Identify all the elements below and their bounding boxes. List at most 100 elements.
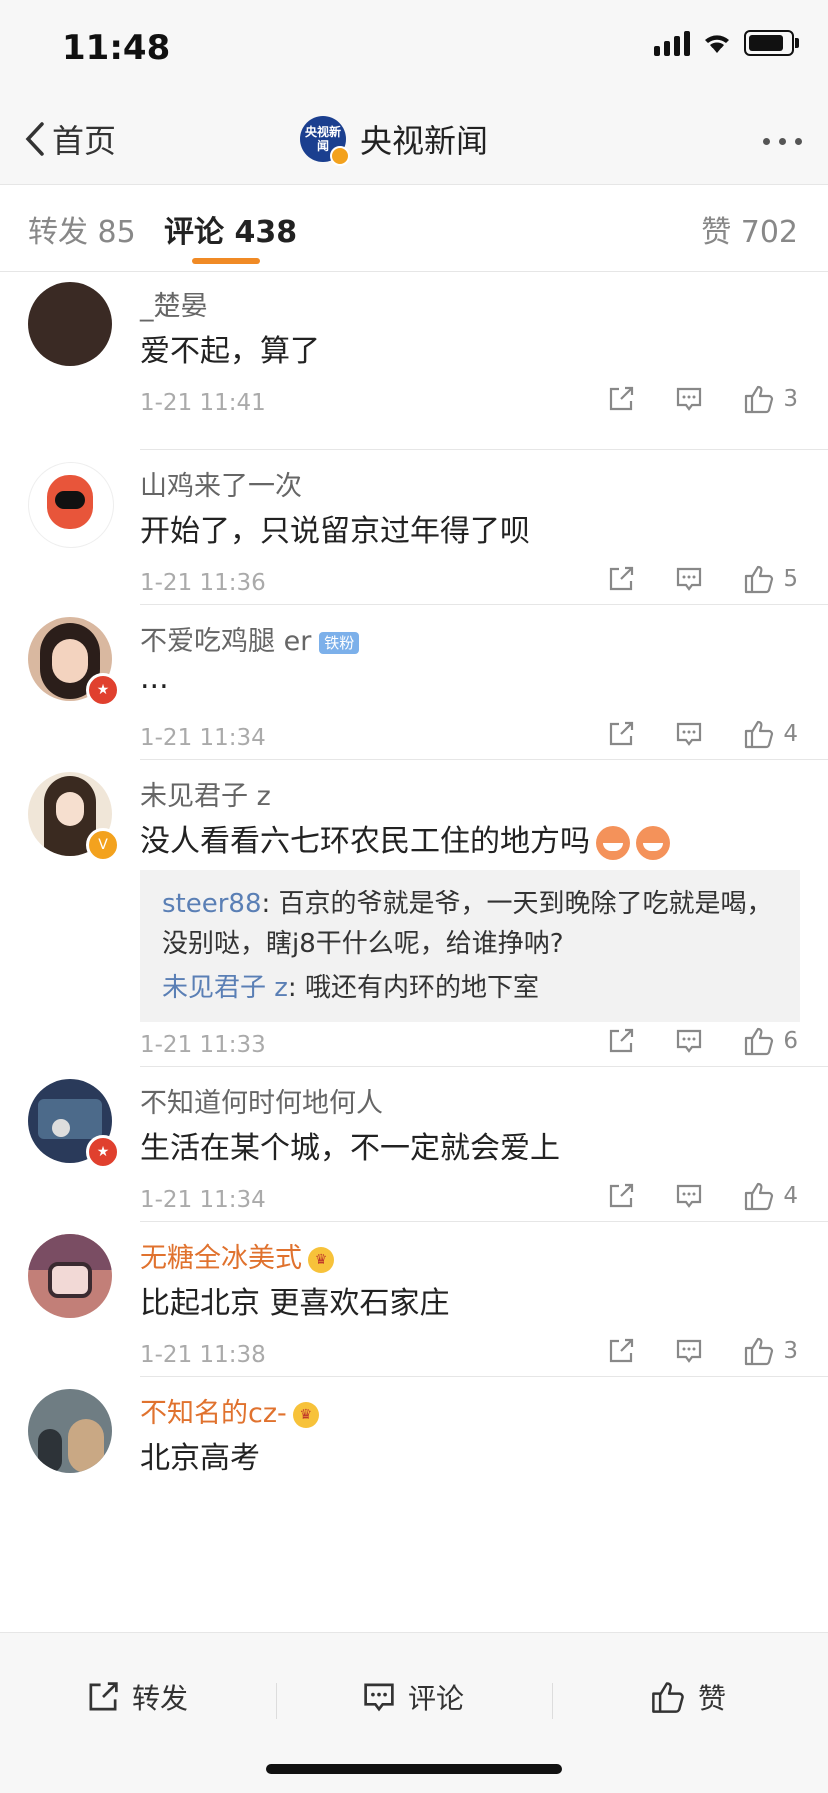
comment-text: 比起北京 更喜欢石家庄 [140, 1286, 450, 1321]
comment-text: 生活在某个城，不一定就会爱上 [140, 1131, 560, 1166]
like-button[interactable]: 4 [743, 1181, 798, 1211]
tab-active-indicator [192, 258, 260, 264]
status-time: 11:48 [62, 28, 171, 68]
home-indicator[interactable] [266, 1764, 562, 1774]
signal-icon [654, 30, 690, 56]
share-button[interactable] [607, 720, 635, 748]
comment-time: 1-21 11:41 [140, 390, 266, 416]
reply-button[interactable] [675, 565, 703, 593]
share-button[interactable] [607, 385, 635, 413]
share-button[interactable] [607, 1182, 635, 1210]
bottom-comment-button[interactable]: 评论 [362, 1677, 464, 1717]
reply-text: 哦还有内环的地下室 [304, 973, 539, 1003]
comment-icon [677, 387, 702, 411]
account-avatar: 央视新闻 [300, 116, 350, 166]
bottom-repost-button[interactable]: 转发 [86, 1677, 188, 1717]
bottom-like-button[interactable]: 赞 [650, 1677, 726, 1717]
like-button[interactable]: 3 [743, 384, 798, 414]
comment-username[interactable]: 不知名的cz- ♛ [140, 1391, 319, 1430]
reply-separator: : [261, 889, 279, 919]
comment-username[interactable]: 山鸡来了一次 [140, 464, 302, 503]
verified-badge: ★ [86, 673, 120, 707]
like-button[interactable]: 3 [743, 1336, 798, 1366]
like-button[interactable]: 4 [743, 719, 798, 749]
share-icon [610, 386, 634, 411]
tab-repost[interactable]: 转发 85 [28, 207, 136, 251]
like-button[interactable]: 5 [743, 564, 798, 594]
comment-text-content: 没人看看六七环农民工住的地方吗 [140, 824, 590, 859]
share-button[interactable] [607, 1337, 635, 1365]
crown-icon: ♛ [308, 1246, 334, 1273]
comment-list[interactable]: _楚晏 爱不起，算了 1-21 11:41 3 山鸡来了一次 开始了，只说留京过… [0, 272, 828, 1632]
like-count: 4 [783, 1183, 798, 1209]
more-icon[interactable] [763, 138, 802, 145]
divider [276, 1683, 277, 1719]
reply-user[interactable]: 未见君子 z [162, 973, 288, 1003]
comment-username[interactable]: 不爱吃鸡腿 er 铁粉 [140, 619, 360, 658]
avatar[interactable] [28, 282, 112, 366]
reply-preview[interactable]: steer88: 百京的爷就是爷，一天到晚除了吃就是喝，没别哒，瞎j8干什么呢，… [140, 870, 800, 1022]
comment-actions: 4 [607, 719, 798, 749]
reply-line: steer88: 百京的爷就是爷，一天到晚除了吃就是喝，没别哒，瞎j8干什么呢，… [162, 884, 778, 964]
comment-icon [364, 1683, 394, 1712]
avatar[interactable] [28, 1234, 112, 1318]
status-icons [654, 30, 799, 56]
back-label: 首页 [52, 122, 117, 160]
reply-line: 未见君子 z: 哦还有内环的地下室 [162, 968, 778, 1008]
comment-text: 爱不起，算了 [140, 334, 320, 369]
comment-username[interactable]: 未见君子 z [140, 774, 271, 813]
comment-icon [677, 567, 702, 591]
reply-button[interactable] [675, 385, 703, 413]
verified-badge: ★ [86, 1135, 120, 1169]
thumbs-up-icon [745, 720, 774, 749]
tab-repost-count: 85 [97, 215, 136, 250]
comment-item: ★ 不爱吃鸡腿 er 铁粉 ... 1-21 11:34 4 [0, 605, 828, 759]
share-button[interactable] [607, 565, 635, 593]
avatar[interactable] [28, 1389, 112, 1473]
reply-user[interactable]: steer88 [162, 889, 262, 919]
comment-time: 1-21 11:38 [140, 1342, 266, 1368]
top-bar: 11:48 首页 央视新闻 央视新闻 [0, 0, 828, 185]
share-icon [610, 1183, 634, 1208]
bottom-comment-label: 评论 [408, 1682, 465, 1715]
comment-item: 不知名的cz- ♛ 北京高考 [0, 1377, 828, 1531]
reply-button[interactable] [675, 720, 703, 748]
bottom-like-label: 赞 [698, 1682, 727, 1715]
account-title[interactable]: 央视新闻 央视新闻 [300, 116, 489, 166]
reply-button[interactable] [675, 1337, 703, 1365]
tab-comment-label: 评论 [164, 215, 224, 250]
thumbs-up-icon [745, 1182, 774, 1211]
comment-username[interactable]: _楚晏 [140, 284, 208, 323]
comment-text: ... [140, 661, 169, 696]
like-count: 3 [783, 1338, 798, 1364]
thumbs-up-icon [745, 1337, 774, 1366]
avatar[interactable] [28, 462, 114, 548]
reply-button[interactable] [675, 1027, 703, 1055]
fan-tag: 铁粉 [319, 631, 360, 654]
reply-separator: : [287, 973, 305, 1003]
like-button[interactable]: 6 [743, 1026, 798, 1056]
comment-icon [677, 1029, 702, 1053]
tab-like[interactable]: 赞 702 [701, 207, 798, 251]
like-count: 4 [783, 721, 798, 747]
chevron-left-icon [25, 122, 44, 156]
back-button[interactable]: 首页 [24, 116, 116, 162]
verified-badge: V [86, 828, 120, 862]
comment-username[interactable]: 无糖全冰美式 ♛ [140, 1236, 334, 1275]
share-icon [610, 1028, 634, 1053]
comment-item: 山鸡来了一次 开始了，只说留京过年得了呗 1-21 11:36 5 [0, 450, 828, 604]
tab-comment[interactable]: 评论 438 [164, 207, 297, 251]
comment-icon [677, 722, 702, 746]
share-button[interactable] [607, 1027, 635, 1055]
like-count: 5 [783, 566, 798, 592]
page-title: 央视新闻 [360, 122, 489, 160]
wifi-icon [702, 31, 732, 55]
comment-username-text: 无糖全冰美式 [140, 1243, 302, 1274]
tab-repost-label: 转发 [28, 215, 88, 250]
comment-username[interactable]: 不知道何时何地何人 [140, 1081, 383, 1120]
comment-item: _楚晏 爱不起，算了 1-21 11:41 3 [0, 272, 828, 449]
reply-button[interactable] [675, 1182, 703, 1210]
thumbs-up-icon [745, 385, 774, 414]
bottom-repost-label: 转发 [132, 1682, 189, 1715]
thumbs-up-icon [652, 1682, 684, 1713]
